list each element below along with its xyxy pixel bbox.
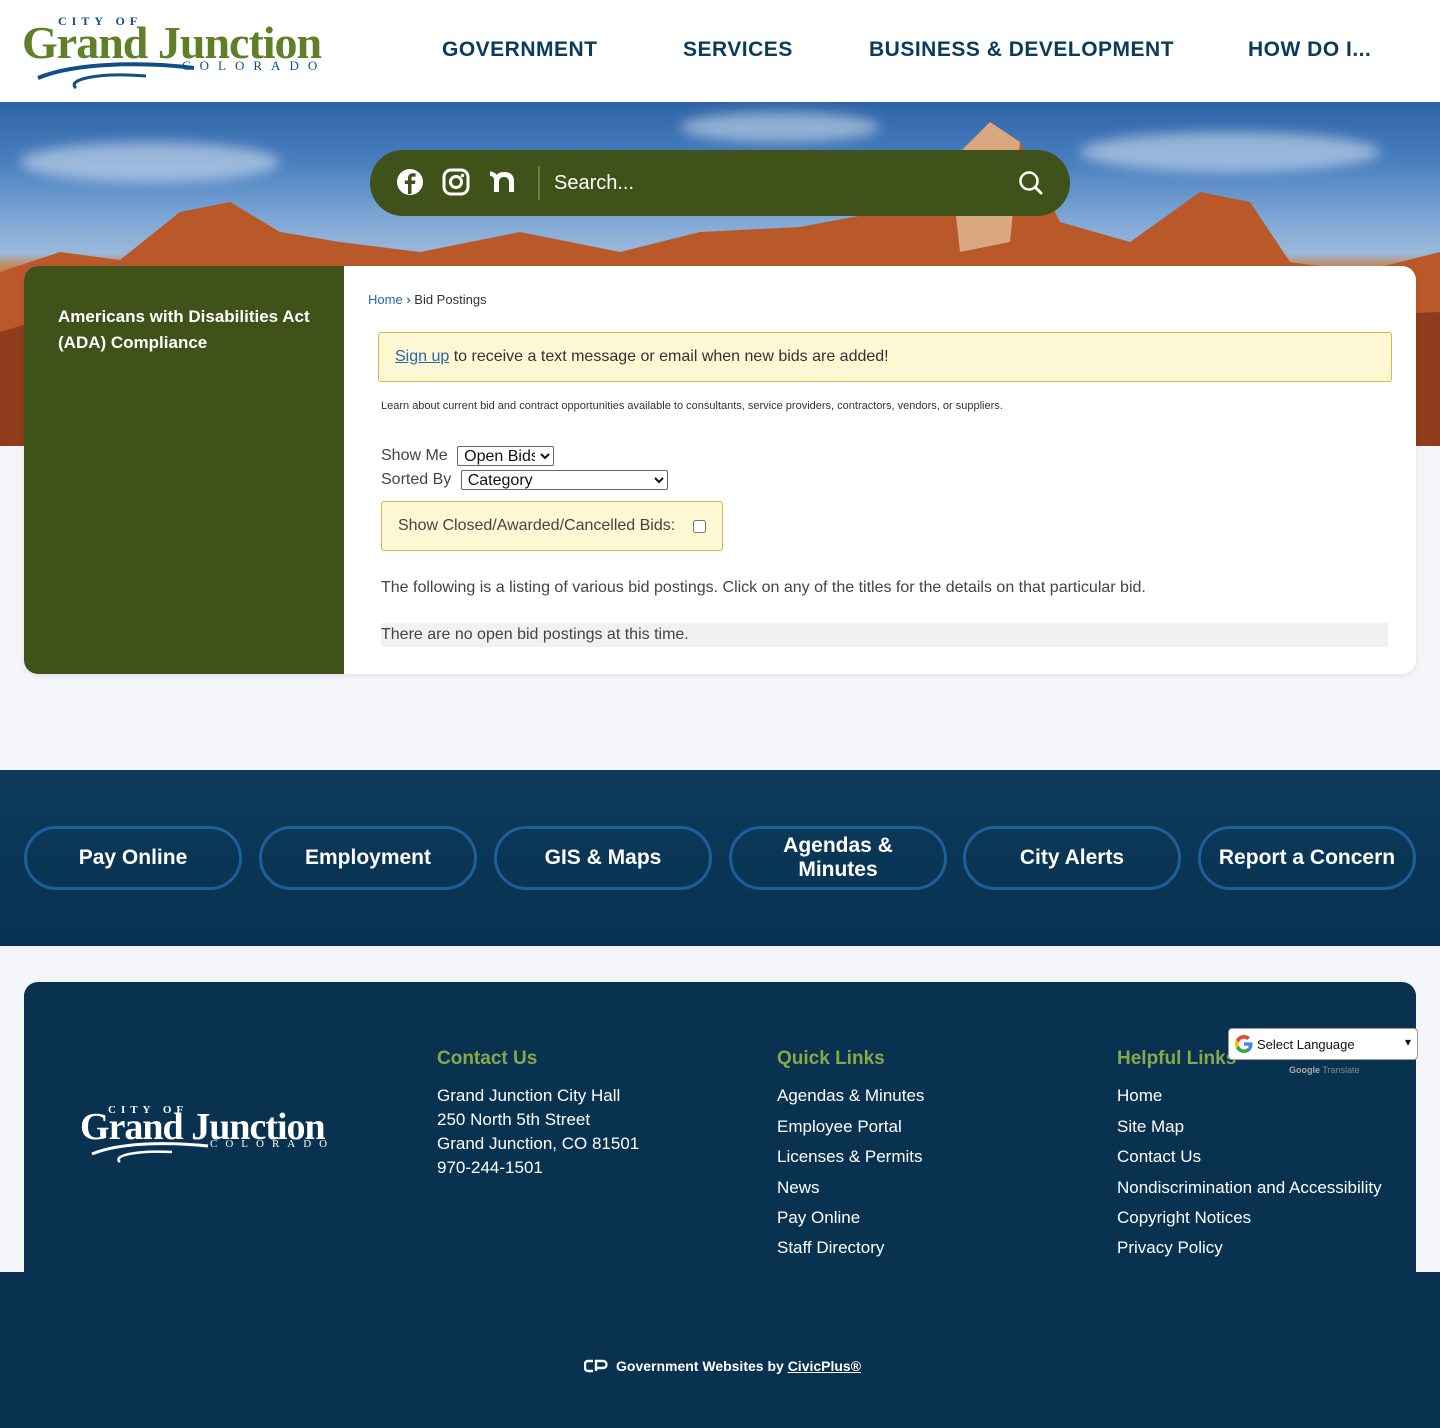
- no-bids-message: There are no open bid postings at this t…: [381, 623, 1388, 647]
- breadcrumb-separator: ›: [406, 292, 411, 307]
- show-me-select[interactable]: Open Bids: [457, 446, 555, 466]
- contact-us-heading: Contact Us: [437, 1048, 538, 1069]
- footer-link-site-map[interactable]: Site Map: [1117, 1117, 1184, 1137]
- search-icon[interactable]: [1018, 170, 1048, 200]
- contact-line-3: Grand Junction, CO 81501: [437, 1134, 640, 1153]
- language-select-label: Select Language: [1257, 1037, 1355, 1052]
- show-closed-bids-box: Show Closed/Awarded/Cancelled Bids:: [381, 501, 723, 551]
- footer-link-nondiscrimination[interactable]: Nondiscrimination and Accessibility: [1117, 1178, 1382, 1198]
- breadcrumb-home[interactable]: Home: [368, 292, 403, 307]
- nav-business-development[interactable]: BUSINESS & DEVELOPMENT: [869, 38, 1174, 62]
- google-translate-credit: Google Translate: [1289, 1065, 1360, 1075]
- show-me-label: Show Me: [381, 447, 448, 465]
- listing-description: The following is a listing of various bi…: [381, 579, 1146, 596]
- breadcrumb: Home › Bid Postings: [368, 292, 487, 307]
- footer-link-licenses-permits[interactable]: Licenses & Permits: [777, 1147, 923, 1167]
- civicplus-credit-text: Government Websites by: [616, 1358, 788, 1374]
- nav-services[interactable]: SERVICES: [683, 38, 793, 62]
- contact-phone: 970-244-1501: [437, 1158, 543, 1177]
- language-select[interactable]: Select Language ▾: [1228, 1028, 1418, 1060]
- main-content: Home › Bid Postings Sign up to receive a…: [344, 266, 1416, 674]
- footer-link-news[interactable]: News: [777, 1178, 820, 1198]
- civicplus-icon: [584, 1359, 608, 1373]
- contact-line-2: 250 North 5th Street: [437, 1110, 591, 1129]
- helpful-links-heading: Helpful Links: [1117, 1048, 1237, 1069]
- logo-state: COLORADO: [182, 58, 327, 73]
- footer-link-pay-online[interactable]: Pay Online: [777, 1208, 860, 1228]
- gis-maps-button[interactable]: GIS & Maps: [494, 826, 712, 890]
- footer-link-employee-portal[interactable]: Employee Portal: [777, 1117, 902, 1137]
- footer-link-copyright[interactable]: Copyright Notices: [1117, 1208, 1251, 1228]
- site-header: CITY OF Grand Junction COLORADO GOVERNME…: [0, 0, 1440, 102]
- footer-link-privacy-policy[interactable]: Privacy Policy: [1117, 1238, 1223, 1258]
- agendas-minutes-button[interactable]: Agendas & Minutes: [729, 826, 947, 890]
- pay-online-button[interactable]: Pay Online: [24, 826, 242, 890]
- contact-line-1: Grand Junction City Hall: [437, 1086, 621, 1105]
- sorted-by-label: Sorted By: [381, 471, 452, 489]
- breadcrumb-current: Bid Postings: [414, 292, 487, 307]
- instagram-icon[interactable]: [442, 168, 472, 198]
- signup-alert-text: to receive a text message or email when …: [449, 348, 889, 365]
- civicplus-credit: Government Websites by CivicPlus®: [584, 1358, 861, 1374]
- powered-google: Google: [1289, 1065, 1320, 1075]
- quick-links-heading: Quick Links: [777, 1048, 885, 1069]
- chevron-down-icon: ▾: [1404, 1035, 1411, 1049]
- search-bar: [370, 150, 1070, 216]
- footer-link-agendas-minutes[interactable]: Agendas & Minutes: [777, 1086, 924, 1106]
- footer-logo[interactable]: CITY OF Grand Junction COLORADO: [80, 1100, 350, 1170]
- footer-logo-swoosh-icon: [91, 1142, 209, 1163]
- sidebar: Americans with Disabilities Act (ADA) Co…: [24, 266, 344, 674]
- civicplus-link[interactable]: CivicPlus®: [788, 1358, 861, 1374]
- footer-link-staff-directory[interactable]: Staff Directory: [777, 1238, 884, 1258]
- facebook-icon[interactable]: [396, 168, 426, 198]
- footer: CITY OF Grand Junction COLORADO Contact …: [24, 982, 1416, 1312]
- sorted-by-select[interactable]: Category: [460, 470, 668, 490]
- logo-swoosh-icon: [37, 62, 195, 90]
- show-me-filter: Show Me Open Bids: [381, 446, 555, 466]
- signup-alert: Sign up to receive a text message or ema…: [378, 332, 1392, 382]
- sidebar-item-ada-compliance[interactable]: Americans with Disabilities Act (ADA) Co…: [58, 304, 318, 356]
- show-closed-bids-checkbox[interactable]: [693, 520, 706, 533]
- show-closed-bids-label: Show Closed/Awarded/Cancelled Bids:: [398, 517, 676, 534]
- report-concern-button[interactable]: Report a Concern: [1198, 826, 1416, 890]
- footer-logo-state: COLORADO: [210, 1138, 336, 1150]
- sorted-by-filter: Sorted By Category: [381, 470, 668, 490]
- page-description: Learn about current bid and contract opp…: [381, 400, 1003, 412]
- main-content-card: Americans with Disabilities Act (ADA) Co…: [24, 266, 1416, 674]
- city-alerts-button[interactable]: City Alerts: [963, 826, 1181, 890]
- nextdoor-icon[interactable]: [488, 168, 518, 198]
- employment-button[interactable]: Employment: [259, 826, 477, 890]
- nav-how-do-i[interactable]: HOW DO I...: [1248, 38, 1371, 62]
- search-divider: [538, 166, 540, 200]
- footer-link-home[interactable]: Home: [1117, 1086, 1162, 1106]
- site-logo[interactable]: CITY OF Grand Junction COLORADO: [22, 12, 352, 92]
- quick-links-band: Pay Online Employment GIS & Maps Agendas…: [0, 770, 1440, 946]
- google-g-icon: [1235, 1035, 1253, 1053]
- footer-link-contact-us[interactable]: Contact Us: [1117, 1147, 1201, 1167]
- powered-translate: Translate: [1322, 1065, 1360, 1075]
- contact-address: Grand Junction City Hall 250 North 5th S…: [437, 1084, 639, 1180]
- search-input[interactable]: [554, 164, 994, 202]
- nav-government[interactable]: GOVERNMENT: [442, 38, 598, 62]
- signup-link[interactable]: Sign up: [395, 348, 449, 365]
